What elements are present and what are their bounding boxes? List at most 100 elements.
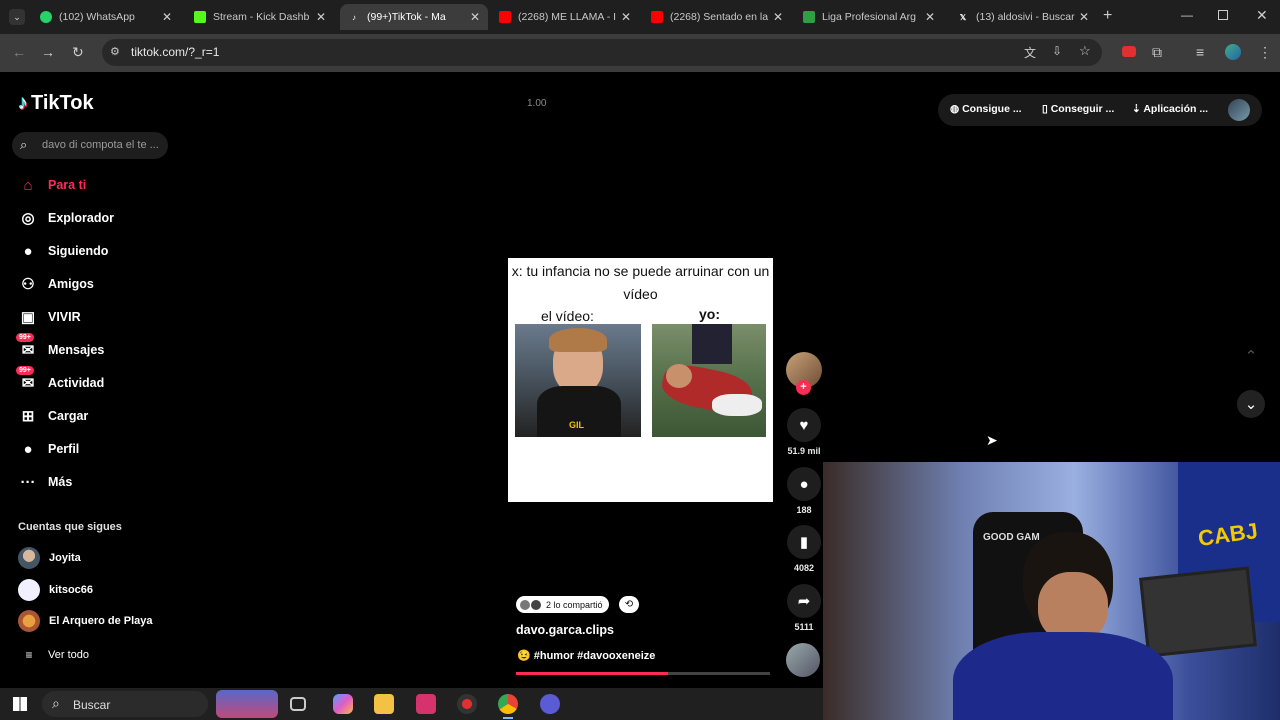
streamer-jersey xyxy=(953,632,1173,720)
share-button[interactable]: ➦ 5111 xyxy=(786,584,822,632)
search-input[interactable]: ⌕ davo di compota el te ... xyxy=(12,132,168,159)
widget-landscape-icon[interactable] xyxy=(216,690,278,718)
download-app-button[interactable]: ⇣ Aplicación ... xyxy=(1132,103,1208,115)
tiktok-note-icon: ♪ xyxy=(18,92,28,114)
next-video-button[interactable]: ⌄ xyxy=(1237,390,1265,418)
shared-by-pill[interactable]: 2 lo compartió xyxy=(516,596,609,613)
see-all-link[interactable]: ≡ Ver todo xyxy=(18,644,89,666)
forward-icon[interactable]: → xyxy=(41,44,55,60)
sidebar-item-messages[interactable]: ✉ 99+ Mensajes xyxy=(16,333,104,361)
avatar xyxy=(531,599,541,610)
browser-tab[interactable]: (102) WhatsApp ✕ xyxy=(32,4,180,30)
tiktok-logo[interactable]: ♪ TikTok xyxy=(18,92,94,115)
address-bar[interactable]: ⚙ tiktok.com/?_r=1 文 ⇩ ☆ xyxy=(102,39,1102,66)
comment-button[interactable]: ● 188 xyxy=(786,467,822,515)
sidebar-item-home[interactable]: ⌂ Para ti xyxy=(18,174,86,196)
windows-start-icon[interactable] xyxy=(13,697,27,711)
video-player[interactable]: x: tu infancia no se puede arruinar con … xyxy=(508,258,773,502)
chat-app-icon[interactable] xyxy=(540,694,560,714)
get-app-button[interactable]: ▯ Conseguir ... xyxy=(1042,103,1114,115)
reload-icon[interactable]: ↻ xyxy=(72,44,84,61)
comment-icon: ● xyxy=(787,467,821,501)
bookmark-star-icon[interactable]: ☆ xyxy=(1079,43,1091,59)
user-avatar[interactable] xyxy=(1228,99,1250,121)
sidebar-item-label: Más xyxy=(48,475,73,489)
browser-tab[interactable]: (2268) ME LLAMA - I ✕ xyxy=(491,4,639,30)
close-window-button[interactable]: ✕ xyxy=(1256,7,1268,24)
shared-text: 2 lo compartió xyxy=(546,599,603,610)
whatsapp-icon xyxy=(40,11,52,23)
browser-tab[interactable]: Stream - Kick Dashb ✕ xyxy=(186,4,334,30)
close-tab-icon[interactable]: ✕ xyxy=(621,10,631,24)
recording-app-icon[interactable] xyxy=(457,694,477,714)
save-button[interactable]: ▮ 4082 xyxy=(786,525,822,573)
progress-fill xyxy=(516,672,669,675)
search-icon[interactable]: ⌕ xyxy=(20,137,27,153)
restore-button[interactable] xyxy=(1218,10,1228,20)
browser-tab[interactable]: ♪ (99+)TikTok - Ma ✕ xyxy=(340,4,488,30)
like-button[interactable]: ♥ 51.9 mil xyxy=(786,408,822,456)
video-description[interactable]: 😉 #humor #davooxeneize xyxy=(517,649,655,662)
close-tab-icon[interactable]: ✕ xyxy=(316,10,326,24)
share-count: 5111 xyxy=(794,622,814,632)
close-tab-icon[interactable]: ✕ xyxy=(773,10,783,24)
following-item-el-arquero[interactable]: El Arquero de Playa xyxy=(18,610,153,632)
translate-icon[interactable]: 文 xyxy=(1024,44,1036,61)
browser-tab[interactable]: 𝕏 (13) aldosivi - Buscar ✕ xyxy=(949,4,1097,30)
image-left-text: GIL xyxy=(569,420,584,430)
live-icon: ▣ xyxy=(20,309,36,326)
follow-plus-button[interactable]: + xyxy=(796,380,811,395)
sound-avatar[interactable] xyxy=(786,643,820,677)
playback-speed[interactable]: 1.00 xyxy=(527,98,546,109)
close-tab-icon[interactable]: ✕ xyxy=(162,10,172,24)
sidebar-item-compass[interactable]: ◎ Explorador xyxy=(18,207,114,229)
new-tab-button[interactable]: + xyxy=(1103,7,1112,25)
previous-video-button[interactable]: ⌃ xyxy=(1237,342,1265,370)
file-explorer-icon[interactable] xyxy=(374,694,394,714)
avatar xyxy=(18,579,40,601)
task-view-icon[interactable] xyxy=(290,697,306,711)
chrome-icon[interactable] xyxy=(498,694,518,714)
url-text[interactable]: tiktok.com/?_r=1 xyxy=(131,45,219,59)
following-item-joyita[interactable]: Joyita xyxy=(18,547,81,569)
close-tab-icon[interactable]: ✕ xyxy=(1079,10,1089,24)
tab-title: (13) aldosivi - Buscar xyxy=(976,11,1075,23)
minimize-button[interactable]: — xyxy=(1181,8,1193,22)
tab-list-dropdown-icon[interactable]: ⌄ xyxy=(9,9,25,25)
copilot-icon[interactable] xyxy=(333,694,353,714)
get-coins-button[interactable]: ◍ Consigue ... xyxy=(950,103,1022,115)
search-icon: ⌕ xyxy=(52,695,60,711)
sidebar-item-label: VIVIR xyxy=(48,310,81,324)
sidebar-item-label: Perfil xyxy=(48,442,80,456)
photos-app-icon[interactable] xyxy=(416,694,436,714)
bookmark-icon: ▮ xyxy=(787,525,821,559)
back-icon[interactable]: ← xyxy=(12,44,26,60)
sidebar-item-profile[interactable]: ● Perfil xyxy=(18,438,79,460)
taskbar-search-input[interactable]: ⌕ Buscar xyxy=(42,691,208,717)
sidebar-item-following-avatar[interactable]: ● Siguiendo xyxy=(18,240,108,262)
following-name: Joyita xyxy=(49,552,81,564)
site-info-icon[interactable]: ⚙ xyxy=(110,45,120,58)
sidebar-item-upload[interactable]: ⊞ Cargar xyxy=(18,405,89,427)
repost-icon[interactable]: ⟲ xyxy=(619,596,639,613)
close-tab-icon[interactable]: ✕ xyxy=(470,10,480,24)
browser-tab[interactable]: Liga Profesional Arg ✕ xyxy=(795,4,943,30)
media-controls-icon[interactable]: ≡ xyxy=(1196,44,1204,60)
chrome-menu-icon[interactable]: ⋮ xyxy=(1258,44,1272,61)
video-progress-bar[interactable] xyxy=(516,672,770,675)
sidebar-item-live[interactable]: ▣ VIVIR xyxy=(18,306,81,328)
extension-red-icon[interactable] xyxy=(1122,46,1136,57)
browser-tab[interactable]: (2268) Sentado en la ✕ xyxy=(643,4,791,30)
sidebar-item-friends[interactable]: ⚇ Amigos xyxy=(18,273,94,295)
close-tab-icon[interactable]: ✕ xyxy=(925,10,935,24)
picture-frame xyxy=(1139,566,1257,658)
browser-tab-bar: ⌄ (102) WhatsApp ✕ Stream - Kick Dashb ✕ ♪ (9… xyxy=(0,0,1280,34)
sidebar-item-more[interactable]: ··· Más xyxy=(18,471,73,493)
sidebar-item-activity[interactable]: ✉ 99+ Actividad xyxy=(16,366,104,394)
sidebar-item-label: Cargar xyxy=(48,409,89,423)
extensions-puzzle-icon[interactable]: ⧉ xyxy=(1152,44,1162,61)
following-item-kitsoc66[interactable]: kitsoc66 xyxy=(18,579,93,601)
profile-avatar-icon[interactable] xyxy=(1225,44,1241,60)
install-app-icon[interactable]: ⇩ xyxy=(1052,44,1062,58)
video-username[interactable]: davo.garca.clips xyxy=(516,623,614,637)
